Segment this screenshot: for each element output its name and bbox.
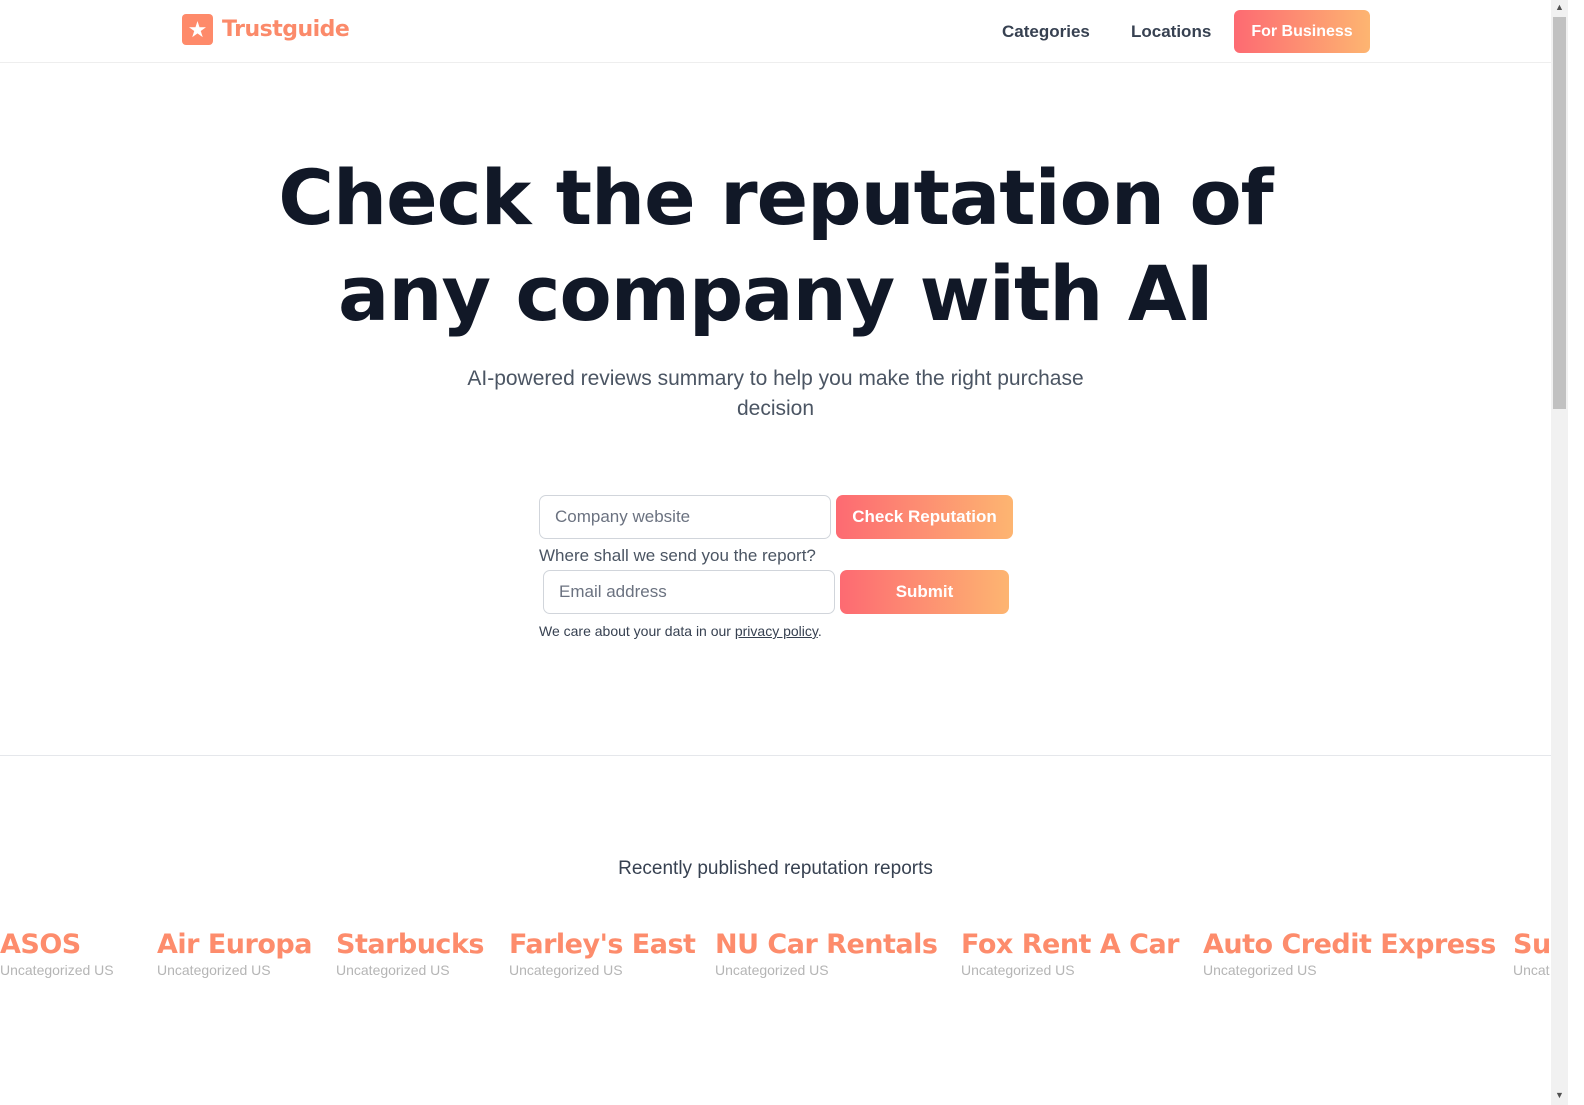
company-card[interactable]: ASOS Uncategorized US [0, 928, 114, 978]
scrollbar-thumb[interactable] [1553, 17, 1566, 409]
company-name: Auto Credit Express [1203, 929, 1496, 960]
company-category: Uncategorized US [157, 962, 271, 978]
company-category: Uncategorized US [715, 962, 829, 978]
window-edge [1568, 0, 1584, 1105]
hero-title-line2: any company with AI [338, 249, 1214, 338]
check-reputation-button[interactable]: Check Reputation [836, 495, 1013, 539]
privacy-note: We care about your data in our privacy p… [539, 623, 822, 639]
privacy-suffix: . [817, 623, 822, 639]
company-category: Uncategorized US [509, 962, 623, 978]
star-icon: ★ [182, 14, 213, 45]
divider [0, 755, 1551, 756]
company-card[interactable]: Farley's East Uncategorized US [509, 928, 696, 978]
company-category: Uncategorized US [961, 962, 1075, 978]
page: ★ Trustguide Categories Locations For Bu… [0, 0, 1551, 1105]
scroll-down-icon[interactable]: ▼ [1555, 1090, 1564, 1100]
privacy-prefix: We care about your data in our [539, 623, 735, 639]
company-card[interactable]: Fox Rent A Car Uncategorized US [961, 928, 1180, 978]
company-card[interactable]: Starbucks Uncategorized US [336, 928, 484, 978]
privacy-policy-link[interactable]: privacy policy [735, 623, 818, 639]
company-category: Uncategorized US [336, 962, 450, 978]
email-input[interactable]: Email address [543, 570, 835, 614]
company-category: Uncategorized US [0, 962, 114, 978]
recent-heading: Recently published reputation reports [618, 858, 933, 879]
company-name: ASOS [0, 929, 81, 960]
nav-locations[interactable]: Locations [1131, 22, 1211, 42]
logo[interactable]: ★ Trustguide [182, 14, 350, 45]
company-card[interactable]: Air Europa Uncategorized US [157, 928, 312, 978]
company-name: NU Car Rentals [715, 929, 938, 960]
company-website-input[interactable]: Company website [539, 495, 831, 539]
nav-categories[interactable]: Categories [1002, 22, 1090, 42]
submit-button[interactable]: Submit [840, 570, 1009, 614]
company-category: Uncat [1513, 962, 1550, 978]
company-card[interactable]: Auto Credit Express Uncategorized US [1203, 928, 1496, 978]
email-prompt: Where shall we send you the report? [539, 546, 816, 565]
company-name: Starbucks [336, 929, 484, 960]
hero-title: Check the reputation of any company with … [0, 150, 1551, 342]
company-name: Farley's East [509, 929, 696, 960]
header: ★ Trustguide Categories Locations For Bu… [0, 0, 1551, 63]
brand-name: Trustguide [222, 17, 350, 42]
hero-subtitle: AI-powered reviews summary to help you m… [467, 367, 1084, 420]
company-card[interactable]: Su Uncat [1513, 928, 1551, 978]
company-name: Air Europa [157, 929, 312, 960]
company-card[interactable]: NU Car Rentals Uncategorized US [715, 928, 938, 978]
hero-title-line1: Check the reputation of [278, 153, 1274, 242]
scroll-up-icon[interactable]: ▲ [1555, 2, 1564, 12]
for-business-button[interactable]: For Business [1234, 10, 1370, 53]
company-name: Fox Rent A Car [961, 929, 1180, 960]
company-category: Uncategorized US [1203, 962, 1317, 978]
scrollbar[interactable]: ▲ ▼ [1551, 0, 1568, 1105]
company-name: Su [1513, 929, 1551, 960]
